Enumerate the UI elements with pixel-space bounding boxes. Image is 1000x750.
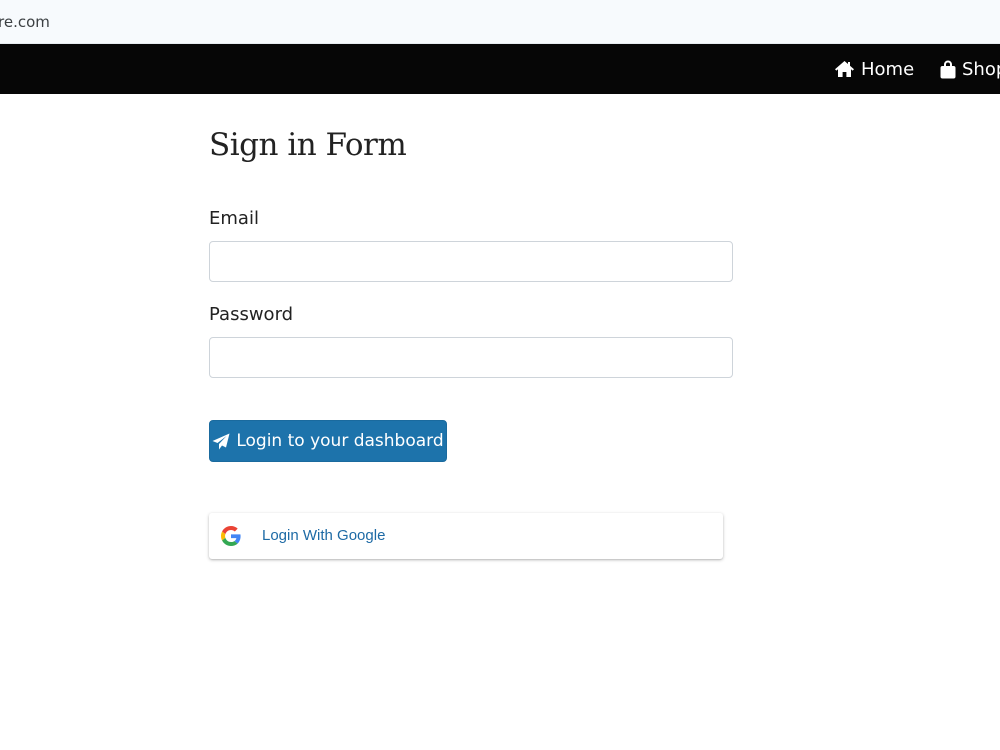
email-label: Email [209, 208, 259, 229]
shopping-bag-icon [940, 60, 956, 79]
address-domain-text: re.com [0, 13, 50, 31]
login-button-label: Login to your dashboard [236, 431, 444, 451]
google-icon [221, 526, 241, 546]
email-field[interactable] [209, 241, 733, 282]
google-login-button[interactable]: Login With Google [209, 513, 723, 559]
top-navbar: Home Shop [0, 44, 1000, 94]
browser-address-strip: re.com [0, 0, 1000, 44]
password-label: Password [209, 304, 294, 325]
page-title: Sign in Form [209, 127, 407, 163]
google-login-label: Login With Google [262, 527, 386, 544]
paper-plane-icon [212, 433, 230, 450]
nav-home-label: Home [861, 58, 915, 80]
nav-home-link[interactable]: Home [834, 44, 914, 94]
login-button[interactable]: Login to your dashboard [209, 420, 447, 462]
nav-shop-label: Shop [962, 58, 1000, 80]
nav-shop-link[interactable]: Shop [940, 44, 1000, 94]
home-icon [834, 60, 855, 78]
password-field[interactable] [209, 337, 733, 378]
